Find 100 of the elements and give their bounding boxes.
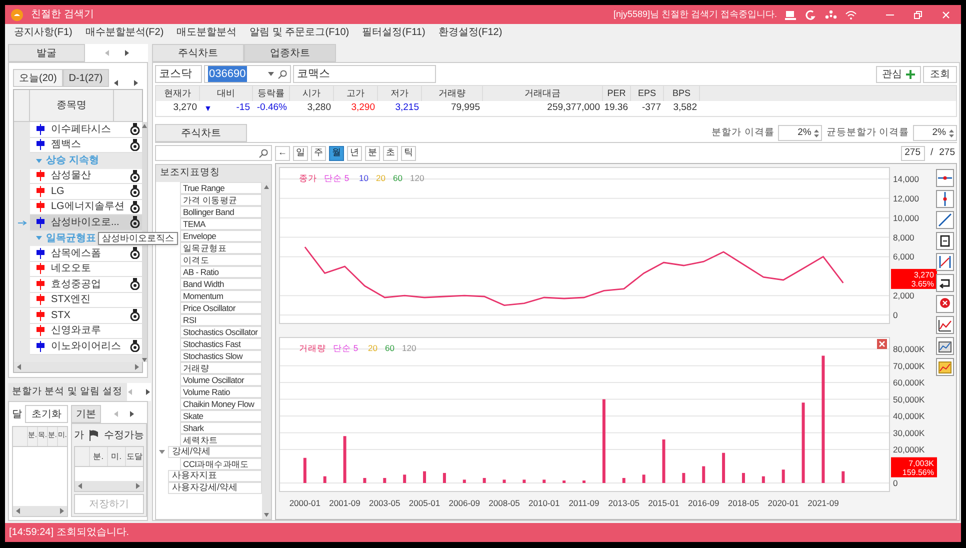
reset-button[interactable]: 초기화 (25, 405, 68, 423)
toolbar-button[interactable] (936, 190, 954, 208)
period-button[interactable]: 년 (347, 146, 362, 160)
toolbar-button[interactable] (936, 337, 954, 355)
period-button[interactable]: 주 (311, 146, 326, 160)
list-item[interactable]: Volume Ratio (180, 386, 262, 398)
spin-field[interactable]: 2% (913, 125, 957, 141)
scrollbar[interactable] (14, 362, 142, 372)
stock-row[interactable]: STX엔진 (30, 292, 142, 308)
panel-tab[interactable]: 발굴 (8, 44, 85, 62)
panel-tab[interactable]: 기본 (70, 405, 101, 423)
scrollbar[interactable] (74, 481, 143, 491)
list-item[interactable]: Stochastics Fast (180, 338, 262, 350)
tab[interactable]: 주식차트 (152, 44, 244, 62)
list-item[interactable]: Volume Oscillator (180, 374, 262, 386)
spin-field[interactable]: 2% (778, 125, 822, 141)
scrollbar[interactable] (13, 506, 67, 516)
list-item[interactable]: 가격 이동평균 (180, 194, 262, 206)
menu-item[interactable]: 매도분할분석 (176, 25, 237, 40)
list-item[interactable]: 사용자지표 (168, 470, 262, 482)
period-button[interactable]: 월 (329, 146, 344, 160)
list-item[interactable]: Stochastics Slow (180, 350, 262, 362)
scroll-left-icon[interactable] (78, 483, 82, 489)
back-button[interactable]: ← (275, 146, 290, 160)
list-item[interactable]: 강세/약세 (168, 446, 262, 458)
list-item[interactable]: True Range (180, 182, 262, 194)
stock-row[interactable]: 삼성물산 (30, 168, 142, 184)
menu-item[interactable]: 환경설정(F12) (438, 25, 502, 40)
list-item[interactable]: Shark (180, 422, 262, 434)
list-item[interactable]: 일목균형표 (180, 242, 262, 254)
watch-button[interactable]: 관심 (876, 66, 921, 82)
list-item[interactable]: Skate (180, 410, 262, 422)
list-item[interactable]: 세력차트 (180, 434, 262, 446)
code-combobox[interactable]: 036690 (204, 65, 291, 83)
list-item[interactable]: AB - Ratio (180, 266, 262, 278)
list-item[interactable]: 거래량 (180, 362, 262, 374)
close-icon[interactable] (877, 339, 887, 349)
list-item[interactable]: Band Width (180, 278, 262, 290)
scroll-left-icon[interactable] (112, 79, 119, 87)
subtab[interactable]: D-1(27) (62, 69, 109, 87)
stock-row[interactable]: 삼성바이오로... (30, 215, 142, 230)
list-item[interactable]: Momentum (180, 290, 262, 302)
scroll-right-icon[interactable] (136, 483, 140, 489)
stock-row[interactable]: 젬백스 (30, 138, 142, 153)
list-item[interactable]: Bollinger Band (180, 206, 262, 218)
tab[interactable]: 업종차트 (244, 44, 336, 62)
list-item[interactable]: Chaikin Money Flow (180, 398, 262, 410)
menu-item[interactable]: 공지사항(F1) (14, 25, 72, 40)
menu-item[interactable]: 매수분할분석(F2) (85, 25, 164, 40)
scroll-right-icon[interactable] (124, 49, 130, 57)
scroll-left-icon[interactable] (17, 364, 21, 370)
menu-item[interactable]: 필터설정(F11) (362, 25, 426, 40)
restore-icon[interactable] (913, 10, 923, 20)
scroll-right-icon[interactable] (60, 508, 64, 514)
list-item[interactable]: CCI과매수과매도 (180, 458, 262, 470)
toolbar-button[interactable] (936, 253, 954, 271)
period-button[interactable]: 분 (365, 146, 380, 160)
spinner-arrows-icon[interactable] (814, 128, 820, 138)
period-button[interactable]: 일 (293, 146, 308, 160)
collapse-caret-icon[interactable] (36, 236, 42, 240)
scroll-right-icon[interactable] (128, 410, 135, 418)
stock-row[interactable]: 네오오토 (30, 262, 142, 277)
toolbar-button[interactable] (936, 316, 954, 334)
toolbar-button[interactable] (936, 211, 954, 229)
network-icon[interactable] (825, 10, 837, 20)
scroll-left-icon[interactable] (16, 508, 20, 514)
name-field[interactable]: 코맥스 (293, 65, 436, 83)
close-icon[interactable] (941, 10, 951, 20)
list-item[interactable]: Envelope (180, 230, 262, 242)
stock-row[interactable]: 효성중공업 (30, 277, 142, 292)
scroll-up-icon[interactable] (264, 185, 269, 189)
toolbar-button[interactable] (936, 169, 954, 187)
page-field[interactable]: 275 (900, 146, 924, 160)
toolbar-button[interactable] (936, 274, 954, 292)
stock-row[interactable]: 이수페타시스 (30, 122, 142, 138)
scroll-up-icon[interactable] (142, 124, 148, 128)
query-button[interactable]: 조회 (923, 66, 957, 82)
collapse-caret-icon[interactable] (36, 158, 42, 163)
stock-row[interactable]: 삼목에스폼 (30, 246, 142, 262)
panel-tab[interactable]: 분할가 분석 및 알림 설정 (8, 383, 127, 401)
wifi-icon[interactable] (845, 10, 857, 20)
scroll-down-icon[interactable] (142, 358, 148, 362)
menu-item[interactable]: 알림 및 주문로그(F10) (250, 25, 350, 40)
scroll-right-icon[interactable] (135, 364, 139, 370)
list-item[interactable]: 사용자강세/약세 (168, 482, 262, 494)
scrollbar[interactable] (262, 182, 271, 519)
list-item[interactable]: RSI (180, 314, 262, 326)
period-button[interactable]: 틱 (401, 146, 416, 160)
scroll-right-icon[interactable] (132, 79, 139, 87)
spinner-arrows-icon[interactable] (949, 128, 954, 138)
stock-row[interactable]: STX (30, 308, 142, 324)
list-item[interactable]: Price Oscillator (180, 302, 262, 314)
tab[interactable]: 주식차트 (155, 124, 247, 142)
search-icon[interactable] (278, 70, 287, 78)
stock-row[interactable]: 신영와코루 (30, 324, 142, 339)
list-item[interactable]: TEMA (180, 218, 262, 230)
list-item[interactable]: Stochastics Oscillator (180, 326, 262, 338)
stock-row[interactable]: 이노와이어리스 (30, 339, 142, 354)
subtab[interactable]: 오늘(20) (13, 69, 63, 87)
stock-row[interactable]: LG에너지솔루션 (30, 200, 142, 215)
